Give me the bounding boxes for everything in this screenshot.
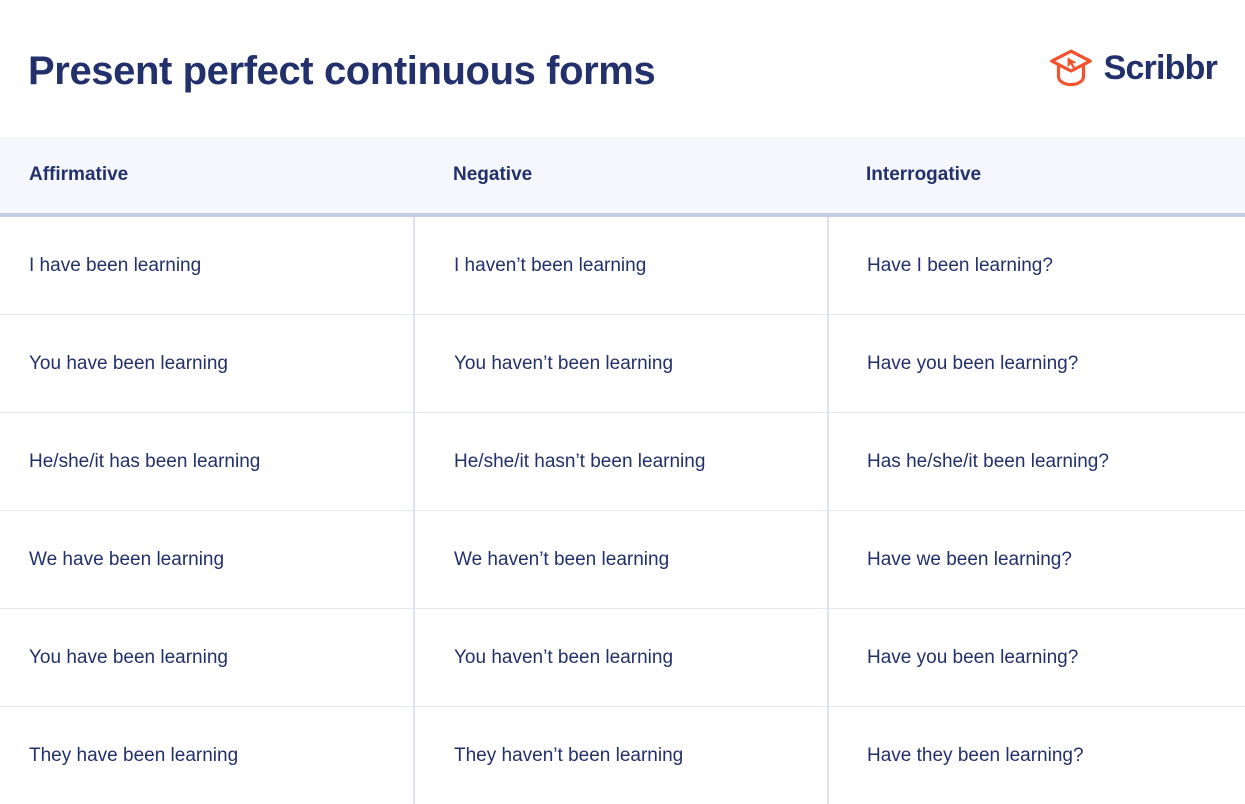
table-row: I have been learning I haven’t been lear…: [0, 215, 1245, 315]
column-header-negative: Negative: [414, 137, 828, 215]
table-header-row: Affirmative Negative Interrogative: [0, 137, 1245, 215]
cell-affirmative: We have been learning: [0, 511, 414, 609]
cell-negative: I haven’t been learning: [414, 215, 828, 315]
cell-affirmative: I have been learning: [0, 215, 414, 315]
page-header: Present perfect continuous forms Scribbr: [0, 0, 1245, 137]
cell-negative: You haven’t been learning: [414, 609, 828, 707]
brand-name: Scribbr: [1104, 51, 1217, 85]
table-row: You have been learning You haven’t been …: [0, 609, 1245, 707]
table-row: They have been learning They haven’t bee…: [0, 707, 1245, 804]
verb-forms-table: Affirmative Negative Interrogative I hav…: [0, 137, 1245, 804]
cell-interrogative: Have you been learning?: [828, 315, 1245, 413]
cell-interrogative: Have I been learning?: [828, 215, 1245, 315]
cell-affirmative: He/she/it has been learning: [0, 413, 414, 511]
table-row: We have been learning We haven’t been le…: [0, 511, 1245, 609]
scribbr-logo: Scribbr: [1048, 48, 1217, 90]
cell-interrogative: Has he/she/it been learning?: [828, 413, 1245, 511]
cell-interrogative: Have you been learning?: [828, 609, 1245, 707]
column-header-affirmative: Affirmative: [0, 137, 414, 215]
graduation-cap-icon: [1048, 48, 1094, 88]
cell-negative: They haven’t been learning: [414, 707, 828, 804]
table-body: I have been learning I haven’t been lear…: [0, 215, 1245, 804]
cell-negative: You haven’t been learning: [414, 315, 828, 413]
cell-negative: We haven’t been learning: [414, 511, 828, 609]
column-header-interrogative: Interrogative: [828, 137, 1245, 215]
page-title: Present perfect continuous forms: [28, 45, 655, 93]
table-row: You have been learning You haven’t been …: [0, 315, 1245, 413]
cell-negative: He/she/it hasn’t been learning: [414, 413, 828, 511]
cell-affirmative: You have been learning: [0, 609, 414, 707]
table-row: He/she/it has been learning He/she/it ha…: [0, 413, 1245, 511]
table-header: Affirmative Negative Interrogative: [0, 137, 1245, 215]
cell-affirmative: They have been learning: [0, 707, 414, 804]
cell-affirmative: You have been learning: [0, 315, 414, 413]
cell-interrogative: Have they been learning?: [828, 707, 1245, 804]
cell-interrogative: Have we been learning?: [828, 511, 1245, 609]
